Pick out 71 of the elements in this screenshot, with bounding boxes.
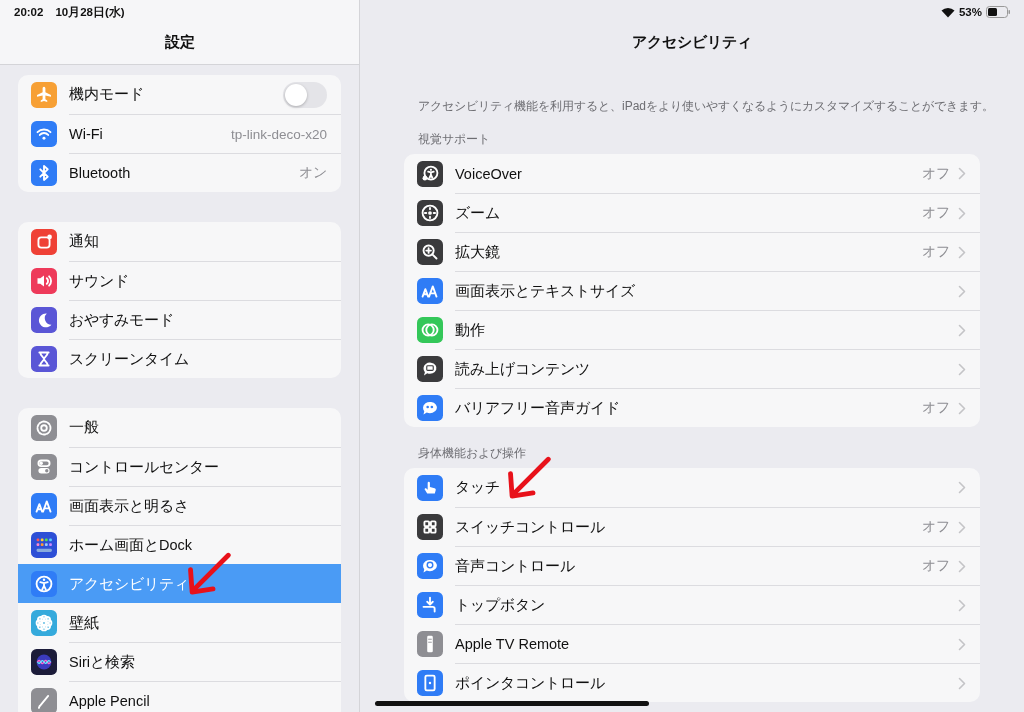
page-title: アクセシビリティ [632,33,752,50]
description-text: アクセシビリティ機能を利用すると、iPadをより使いやすくなるようにカスタマイズすることができます。 [418,98,996,115]
settings-row[interactable]: タッチ [404,468,980,507]
sidebar-item[interactable]: サウンド [18,261,341,300]
text-size-icon [31,492,57,519]
settings-row[interactable]: 拡大鏡 オフ [404,232,980,271]
flower-icon [31,609,57,636]
battery-icon [986,6,1010,18]
chevron-icon [958,245,966,259]
wifi-icon [31,120,57,147]
speech-bubble-icon [417,394,443,421]
sidebar-item[interactable]: おやすみモード [18,300,341,339]
switches-icon [31,453,57,480]
top-button-icon [417,591,443,618]
settings-row[interactable]: ズーム オフ [404,193,980,232]
chevron-icon [958,362,966,376]
settings-row[interactable]: 読み上げコンテンツ [404,349,980,388]
chevron-icon [958,323,966,337]
settings-row[interactable]: バリアフリー音声ガイド オフ [404,388,980,427]
chevron-icon [958,206,966,220]
sidebar-item[interactable]: Siriと検索 [18,642,341,681]
wifi-icon [940,6,955,18]
moon-icon [31,306,57,333]
hand-icon [417,474,443,501]
battery-percent: 53% [958,6,982,18]
chevron-icon [958,284,966,298]
chevron-icon [958,520,966,534]
status-time: 20:02 [14,6,44,18]
magnifier-icon [417,238,443,265]
remote-icon [417,630,443,657]
pointer-icon [417,669,443,696]
settings-row[interactable]: 動作 [404,310,980,349]
sidebar-item[interactable]: スクリーンタイム [18,339,341,378]
chevron-icon [958,481,966,494]
sidebar-item[interactable]: Bluetooth オン [18,153,341,192]
sidebar-item[interactable]: 機内モード [18,75,341,114]
toggle-switch[interactable] [283,81,327,108]
sidebar-item[interactable]: コントロールセンター [18,447,341,486]
sidebar-title: 設定 [164,33,195,52]
sidebar-item[interactable]: 画面表示と明るさ [18,486,341,525]
section-header: 視覚サポート [418,131,491,148]
sidebar-item[interactable]: 壁紙 [18,603,341,642]
chevron-icon [958,637,966,651]
settings-row[interactable]: VoiceOver オフ [404,154,980,193]
sidebar-item[interactable]: Apple Pencil [18,681,341,712]
grid-icon [417,513,443,540]
settings-row[interactable]: 画面表示とテキストサイズ [404,271,980,310]
text-size-icon [417,277,443,304]
sidebar-item[interactable]: 通知 [18,222,341,261]
settings-row[interactable]: 音声コントロール オフ [404,546,980,585]
voice-control-icon [417,552,443,579]
accessibility-icon [31,570,57,597]
speaker-icon [31,267,57,294]
chevron-icon [958,167,966,180]
settings-row[interactable]: スイッチコントロール オフ [404,507,980,546]
hourglass-icon [31,345,57,372]
airplane-icon [31,81,57,108]
chevron-icon [958,598,966,612]
sidebar-item[interactable]: Wi-Fi tp-link-deco-x20 [18,114,341,153]
notification-icon [31,228,57,255]
chevron-icon [958,401,966,415]
app-grid-icon [31,531,57,558]
status-date: 10月28日(水) [55,4,125,20]
chevron-icon [958,559,966,573]
chevron-icon [958,676,966,690]
sidebar-item[interactable]: 一般 [18,408,341,447]
settings-row[interactable]: Apple TV Remote [404,624,980,663]
settings-row[interactable]: トップボタン [404,585,980,624]
speech-bubble-icon [417,355,443,382]
bluetooth-icon [31,159,57,186]
section-header: 身体機能および操作 [418,445,527,462]
